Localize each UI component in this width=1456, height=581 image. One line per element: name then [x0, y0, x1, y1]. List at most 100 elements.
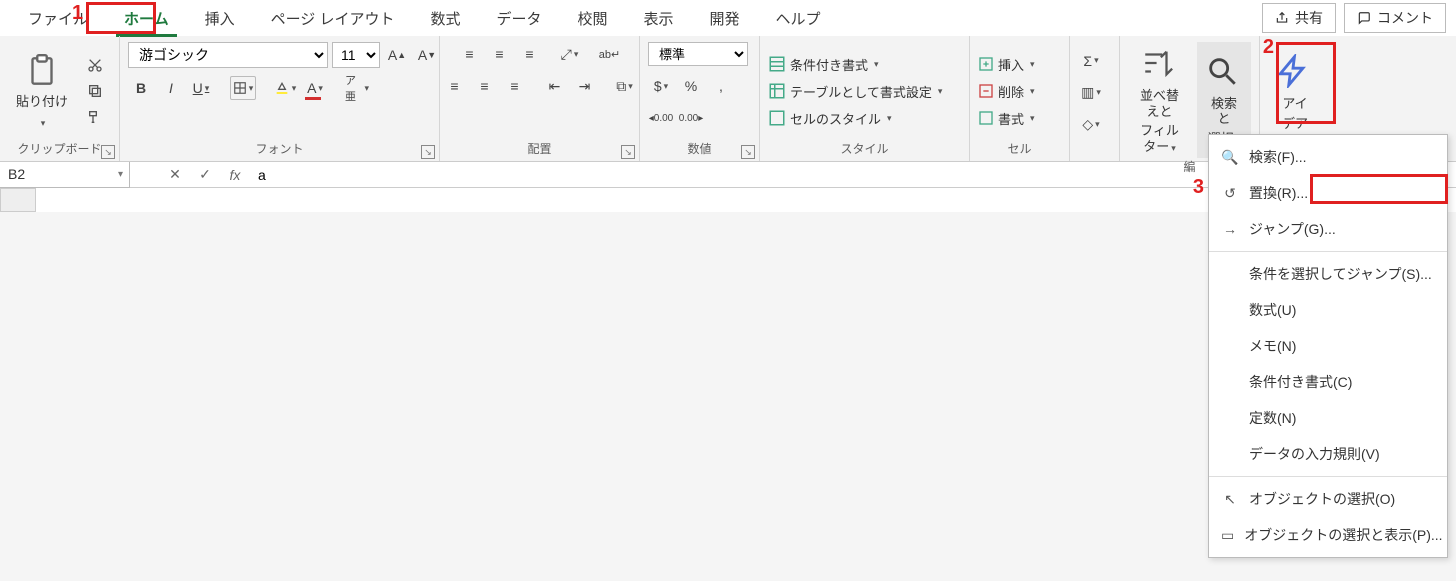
format-painter-button[interactable] — [82, 105, 108, 129]
merge-center-button[interactable]: ⧉ — [612, 74, 638, 98]
fill-button[interactable]: ▥ — [1078, 81, 1104, 105]
conditional-format-button[interactable]: 条件付き書式 — [768, 55, 942, 74]
copy-button[interactable] — [82, 79, 108, 103]
align-center-button[interactable]: ≡ — [472, 74, 498, 98]
italic-button[interactable]: I — [158, 76, 184, 100]
goto-icon: → — [1221, 221, 1239, 237]
bold-button[interactable]: B — [128, 76, 154, 100]
menu-selpane-label: オブジェクトの選択と表示(P)... — [1244, 525, 1442, 545]
tab-help[interactable]: ヘルプ — [758, 2, 839, 35]
number-format-combo[interactable]: 標準 — [648, 42, 748, 66]
font-color-button[interactable]: A — [302, 76, 328, 100]
menu-separator — [1209, 251, 1447, 252]
group-styles: 条件付き書式 テーブルとして書式設定 セルのスタイル スタイル — [760, 36, 970, 161]
cancel-formula-button[interactable]: ✕ — [160, 166, 190, 183]
annotation-box-1 — [86, 2, 156, 34]
sort-filter-button[interactable]: 並べ替えと フィルター — [1128, 42, 1191, 158]
menu-constants-label: 定数(N) — [1249, 408, 1296, 428]
menu-select-objects[interactable]: ↖ オブジェクトの選択(O) — [1209, 481, 1447, 517]
filter-label: フィルター — [1140, 123, 1179, 154]
fx-button[interactable]: fx — [220, 167, 250, 183]
currency-button[interactable]: $ — [648, 74, 674, 98]
menu-formulas[interactable]: 数式(U) — [1209, 292, 1447, 328]
menu-notes[interactable]: メモ(N) — [1209, 328, 1447, 364]
annotation-number-3: 3 — [1193, 176, 1204, 199]
number-launcher[interactable]: ↘ — [741, 145, 755, 159]
font-launcher[interactable]: ↘ — [421, 145, 435, 159]
annotation-box-2 — [1276, 42, 1336, 124]
tab-data[interactable]: データ — [478, 2, 559, 35]
decrease-indent-button[interactable]: ⇤ — [542, 74, 568, 98]
clipboard-launcher[interactable]: ↘ — [101, 145, 115, 159]
increase-decimal-button[interactable]: ◂0.00 — [648, 106, 674, 130]
font-name-combo[interactable]: 游ゴシック — [128, 42, 328, 68]
fill-color-button[interactable] — [272, 76, 298, 100]
decrease-font-button[interactable]: A▼ — [414, 43, 440, 67]
increase-indent-button[interactable]: ⇥ — [572, 74, 598, 98]
enter-formula-button[interactable]: ✓ — [190, 166, 220, 183]
align-bottom-button[interactable]: ≡ — [517, 42, 543, 66]
cell-styles-button[interactable]: セルのスタイル — [768, 109, 942, 128]
paste-label: 貼り付け — [16, 94, 68, 110]
underline-button[interactable]: U — [188, 76, 214, 100]
decrease-decimal-button[interactable]: 0.00▸ — [678, 106, 704, 130]
menu-separator-2 — [1209, 476, 1447, 477]
menu-formulas-label: 数式(U) — [1249, 300, 1296, 320]
menu-constants[interactable]: 定数(N) — [1209, 400, 1447, 436]
tab-developer[interactable]: 開発 — [692, 2, 758, 35]
share-icon — [1275, 11, 1289, 25]
name-box[interactable]: B2 — [0, 162, 130, 188]
tab-page-layout[interactable]: ページ レイアウト — [253, 2, 413, 35]
increase-font-button[interactable]: A▲ — [384, 43, 410, 67]
menu-goto-label: ジャンプ(G)... — [1249, 219, 1336, 239]
menu-conditional-format[interactable]: 条件付き書式(C) — [1209, 364, 1447, 400]
find-select-icon — [1205, 54, 1243, 92]
menu-find[interactable]: 🔍 検索(F)... — [1209, 139, 1447, 175]
alignment-launcher[interactable]: ↘ — [621, 145, 635, 159]
group-clipboard: 貼り付け クリップボード ↘ — [0, 36, 120, 161]
align-middle-button[interactable]: ≡ — [487, 42, 513, 66]
group-cells: 挿入 削除 書式 セル — [970, 36, 1070, 161]
format-cells-button[interactable]: 書式 — [978, 109, 1035, 128]
select-all-corner[interactable] — [0, 188, 36, 212]
percent-button[interactable]: % — [678, 74, 704, 98]
borders-button[interactable] — [230, 76, 256, 100]
share-button[interactable]: 共有 — [1262, 3, 1336, 33]
annotation-number-1: 1 — [72, 2, 83, 25]
number-group-title: 数値 — [648, 140, 751, 159]
align-top-button[interactable]: ≡ — [457, 42, 483, 66]
orientation-button[interactable]: ⤢ — [557, 42, 583, 66]
menu-data-validation[interactable]: データの入力規則(V) — [1209, 436, 1447, 472]
delete-cells-button[interactable]: 削除 — [978, 82, 1035, 101]
tab-review[interactable]: 校閲 — [560, 2, 626, 35]
menu-selection-pane[interactable]: ▭ オブジェクトの選択と表示(P)... — [1209, 517, 1447, 553]
tab-view[interactable]: 表示 — [626, 2, 692, 35]
tab-insert[interactable]: 挿入 — [187, 2, 253, 35]
comment-button[interactable]: コメント — [1344, 3, 1446, 33]
format-as-table-button[interactable]: テーブルとして書式設定 — [768, 82, 942, 101]
menu-find-label: 検索(F)... — [1249, 147, 1307, 167]
wrap-text-button[interactable]: ab↵ — [597, 42, 623, 66]
menu-replace-label: 置換(R)... — [1249, 183, 1308, 203]
insert-cells-button[interactable]: 挿入 — [978, 55, 1035, 74]
font-size-combo[interactable]: 11 — [332, 42, 380, 68]
alignment-group-title: 配置 — [448, 140, 631, 159]
paste-dropdown-icon — [39, 114, 46, 130]
share-label: 共有 — [1295, 8, 1323, 28]
styles-group-title: スタイル — [768, 140, 961, 159]
align-right-button[interactable]: ≡ — [502, 74, 528, 98]
clear-button[interactable]: ◇ — [1078, 113, 1104, 137]
paste-button[interactable]: 貼り付け — [8, 42, 76, 140]
menu-goto-special[interactable]: 条件を選択してジャンプ(S)... — [1209, 256, 1447, 292]
group-alignment: ≡ ≡ ≡ ⤢ ab↵ ≡ ≡ ≡ ⇤ ⇥ ⧉ 配置 ↘ — [440, 36, 640, 161]
phonetic-guide-button[interactable]: ア亜 — [344, 76, 370, 100]
tab-formulas[interactable]: 数式 — [412, 2, 478, 35]
align-left-button[interactable]: ≡ — [442, 74, 468, 98]
cut-button[interactable] — [82, 53, 108, 77]
autosum-button[interactable]: Σ — [1078, 49, 1104, 73]
menu-goto[interactable]: → ジャンプ(G)... — [1209, 211, 1447, 247]
comment-label: コメント — [1377, 8, 1433, 28]
selection-pane-icon: ▭ — [1221, 527, 1234, 544]
comma-style-button[interactable]: , — [708, 74, 734, 98]
group-number: 標準 $ % , ◂0.00 0.00▸ 数値 ↘ — [640, 36, 760, 161]
